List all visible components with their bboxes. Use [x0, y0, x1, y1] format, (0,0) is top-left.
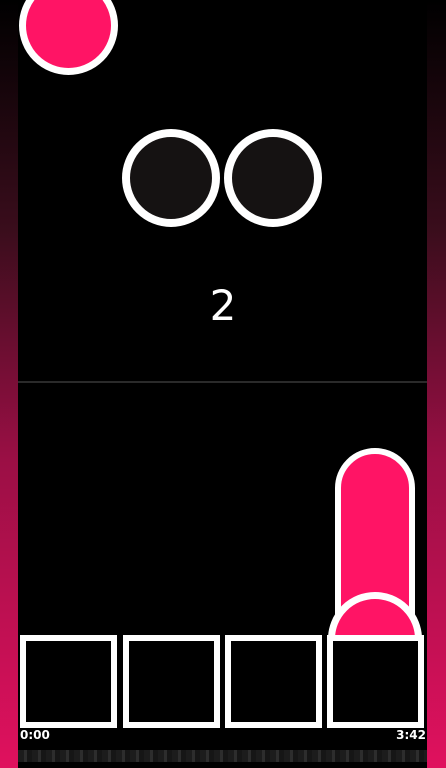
pink-ball — [19, 0, 118, 75]
game-stage: 2 0:00 3:42 — [0, 0, 446, 768]
right-glow-border — [427, 0, 446, 768]
lane-button-1[interactable] — [20, 635, 117, 728]
field-divider — [18, 381, 427, 383]
target-hole-right — [224, 129, 322, 227]
score-counter: 2 — [209, 281, 237, 330]
lane-button-4[interactable] — [327, 635, 424, 728]
time-elapsed: 0:00 — [20, 728, 50, 742]
target-hole-left — [122, 129, 220, 227]
lane-button-3[interactable] — [225, 635, 322, 728]
lane-button-2[interactable] — [123, 635, 220, 728]
time-total: 3:42 — [396, 728, 426, 742]
left-glow-border — [0, 0, 18, 768]
song-progress-bar[interactable] — [18, 750, 427, 762]
hold-note-crossline — [334, 636, 416, 639]
